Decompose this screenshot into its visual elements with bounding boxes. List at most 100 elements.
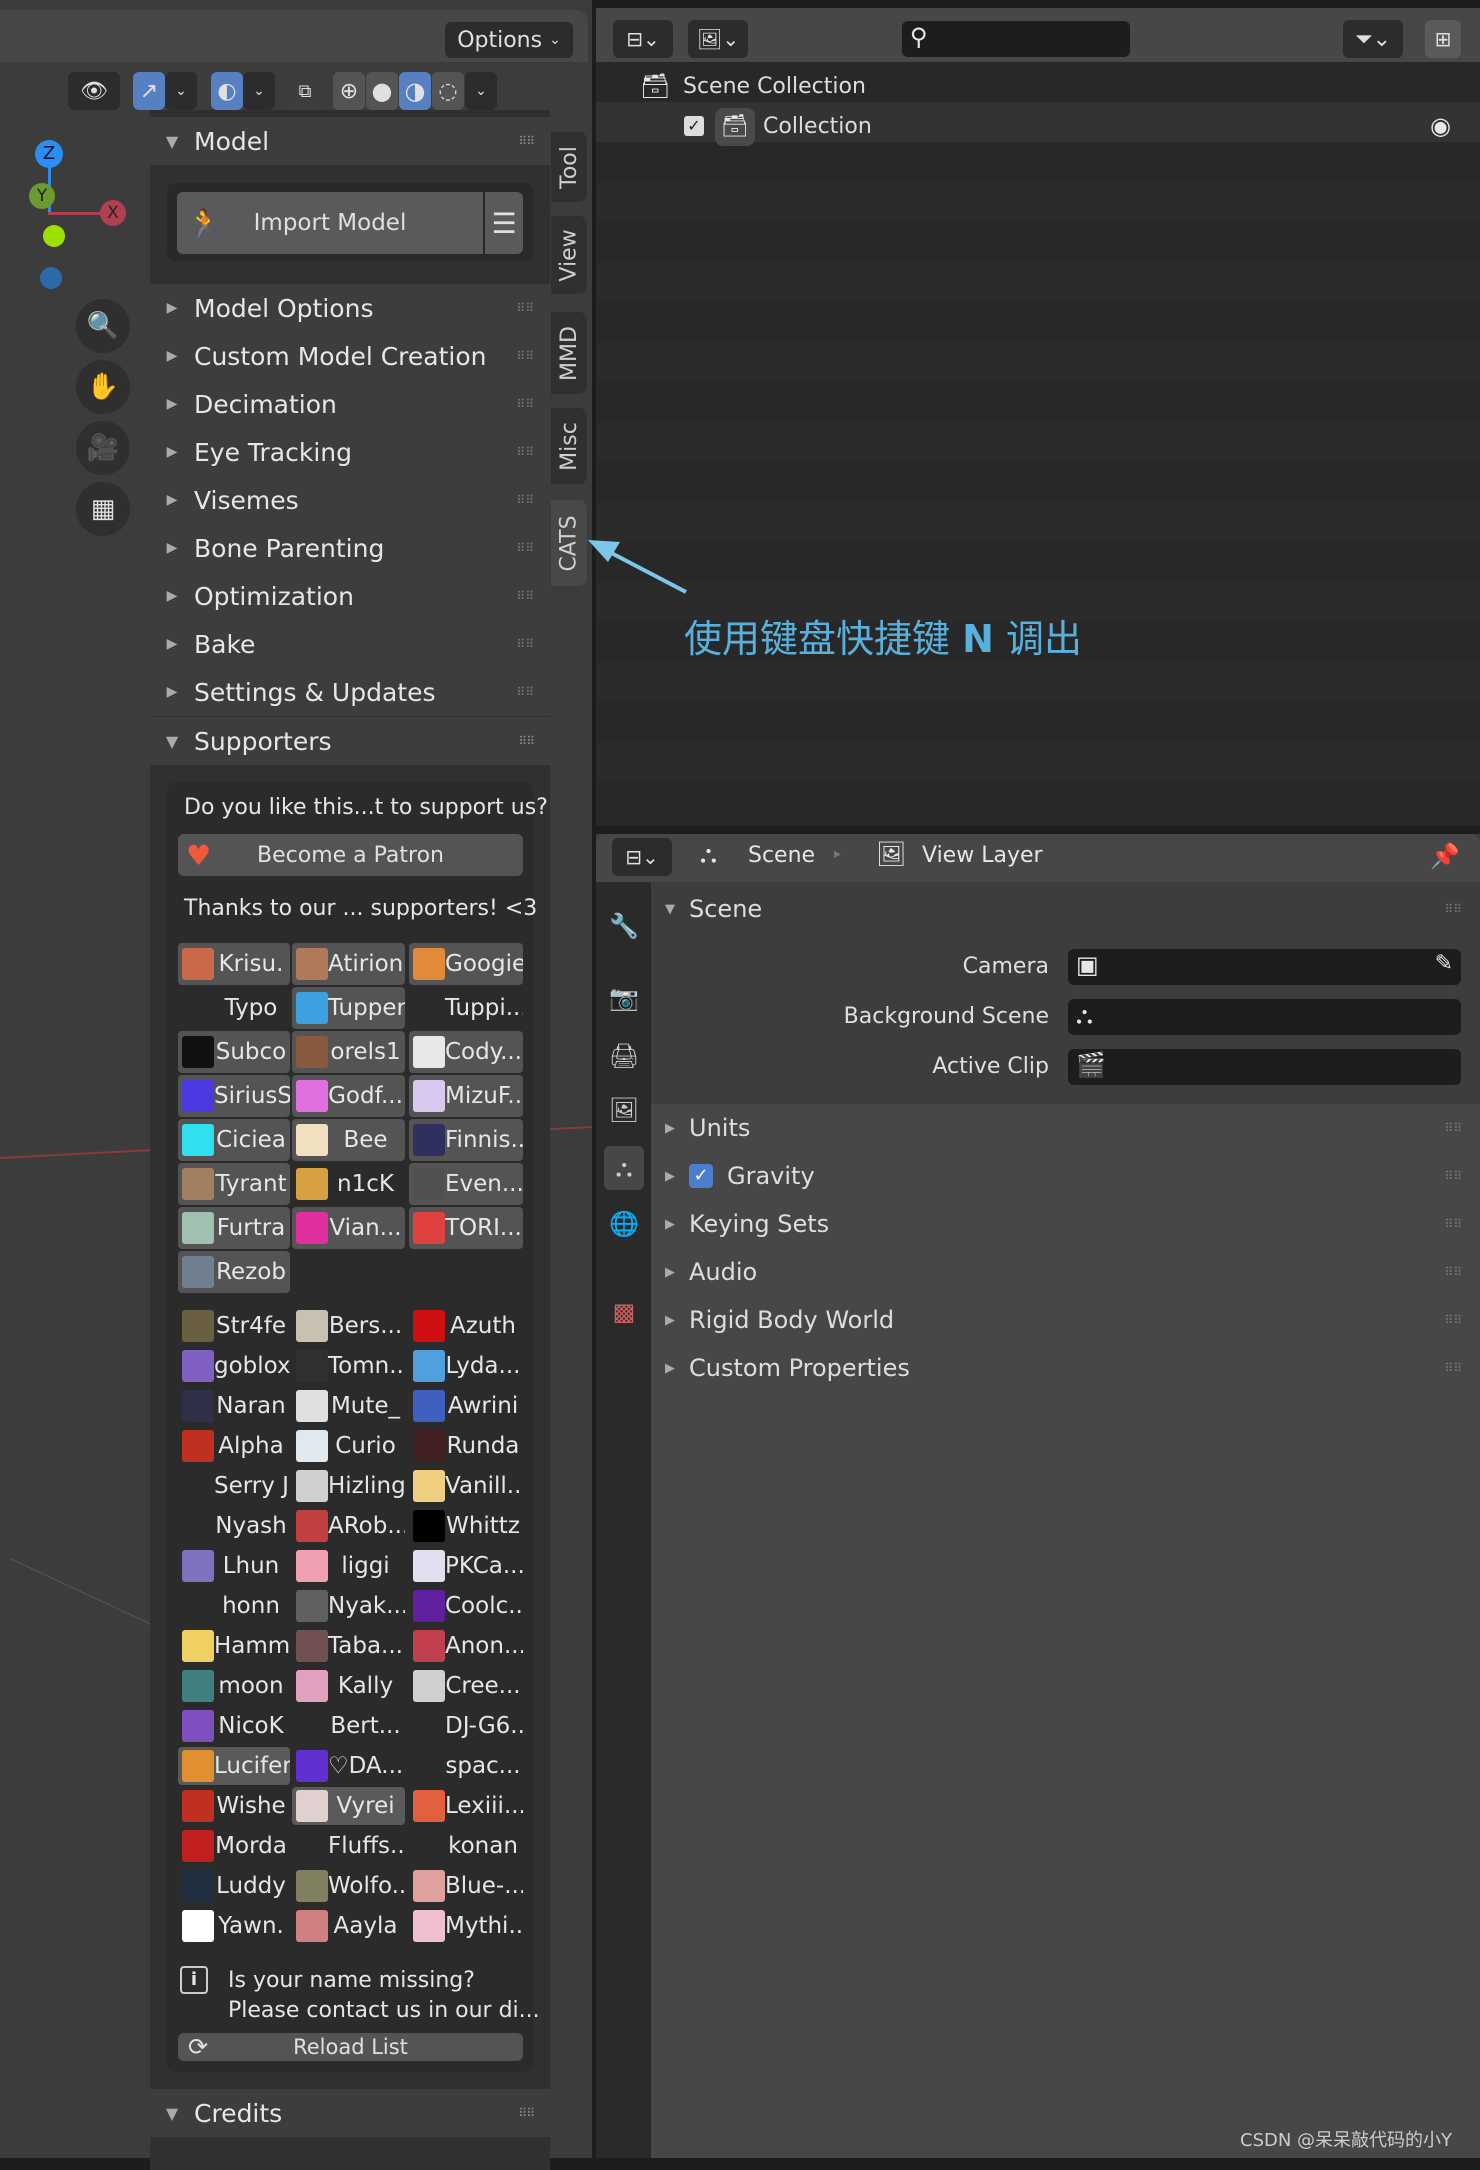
supporter-button[interactable]: Awrini	[409, 1387, 523, 1425]
pan-hand-icon[interactable]: ✋	[76, 360, 130, 414]
supporter-button[interactable]: ARob...	[292, 1507, 405, 1545]
panel-header-visemes[interactable]: ▶ Visemes ⠿⠿	[150, 476, 550, 524]
supporter-button[interactable]: Tomn...	[292, 1347, 405, 1385]
eye-visibility-icon[interactable]: ◉	[1430, 112, 1451, 140]
view-layer-properties-icon[interactable]: 🖼	[604, 1088, 644, 1132]
supporter-button[interactable]: orels1	[292, 1031, 405, 1073]
gizmo-x-axis[interactable]: X	[100, 200, 126, 226]
supporters-panel-header[interactable]: ▼ Supporters ⠿⠿	[150, 717, 550, 765]
panel-units[interactable]: ▶ Units ⠿⠿	[651, 1104, 1480, 1152]
panel-custom-properties[interactable]: ▶ Custom Properties ⠿⠿	[651, 1344, 1480, 1392]
drag-grip-icon[interactable]: ⠿⠿	[516, 685, 534, 699]
supporter-button[interactable]: Godf...	[292, 1075, 405, 1117]
drag-grip-icon[interactable]: ⠿⠿	[516, 637, 534, 651]
collection-exclude-checkbox[interactable]: ✓	[684, 116, 704, 136]
supporter-button[interactable]: Tyrant	[178, 1163, 290, 1205]
supporter-button[interactable]: DJ-G6...	[409, 1707, 523, 1745]
supporter-button[interactable]: Wishe	[178, 1787, 290, 1825]
supporter-button[interactable]: TORI...	[409, 1207, 523, 1249]
overlays-dropdown-chevron-icon[interactable]: ⌄	[243, 72, 275, 110]
material-preview-shading-icon[interactable]: ◑	[399, 72, 431, 110]
supporter-button[interactable]: ♡DA...	[292, 1747, 405, 1785]
supporter-button[interactable]: Tuppi...	[409, 987, 523, 1029]
drag-grip-icon[interactable]: ⠿⠿	[518, 734, 535, 748]
rendered-shading-icon[interactable]: ◌	[432, 72, 464, 110]
supporter-button[interactable]: Nyak...	[292, 1587, 405, 1625]
render-properties-icon[interactable]: 📷	[604, 976, 644, 1020]
xray-toggle-icon[interactable]: ⧉	[289, 72, 321, 110]
supporter-button[interactable]: Cody...	[409, 1031, 523, 1073]
tab-tool[interactable]: Tool	[551, 132, 587, 202]
panel-gravity[interactable]: ▶ ✓ Gravity ⠿⠿	[651, 1152, 1480, 1200]
tab-view[interactable]: View	[551, 216, 587, 294]
supporter-button[interactable]: Lhun	[178, 1547, 290, 1585]
panel-header-custom-model-creation[interactable]: ▶ Custom Model Creation ⠿⠿	[150, 332, 550, 380]
tool-settings-icon[interactable]: 🔧	[604, 904, 644, 948]
drag-grip-icon[interactable]: ⠿⠿	[1444, 1313, 1462, 1327]
supporter-button[interactable]: Taba...	[292, 1627, 405, 1665]
solid-shading-icon[interactable]: ●	[366, 72, 398, 110]
supporter-button[interactable]: Vyrei	[292, 1787, 405, 1825]
drag-grip-icon[interactable]: ⠿⠿	[516, 301, 534, 315]
filter-funnel-icon[interactable]: ⏷⌄	[1343, 20, 1403, 58]
drag-grip-icon[interactable]: ⠿⠿	[1444, 1121, 1462, 1135]
supporter-button[interactable]: Luddy	[178, 1867, 290, 1905]
supporter-button[interactable]: Even...	[409, 1163, 523, 1205]
texture-properties-icon[interactable]: ▩	[604, 1290, 644, 1334]
active-clip-field[interactable]: 🎬	[1068, 1049, 1461, 1085]
supporter-button[interactable]: Lexiii...	[409, 1787, 523, 1825]
gizmo-z-axis[interactable]: Z	[35, 140, 63, 168]
supporter-button[interactable]: Lyda...	[409, 1347, 523, 1385]
supporter-button[interactable]: Str4fe	[178, 1307, 290, 1345]
gizmo-dropdown-chevron-icon[interactable]: ⌄	[165, 72, 197, 110]
gizmo-y-axis[interactable]: Y	[29, 183, 55, 209]
model-panel-header[interactable]: ▼ Model ⠿⠿	[150, 117, 550, 165]
gizmo-neg-z-dot[interactable]	[40, 267, 62, 289]
drag-grip-icon[interactable]: ⠿⠿	[1444, 1265, 1462, 1279]
import-menu-hamburger-icon[interactable]: ☰	[485, 192, 523, 254]
supporter-button[interactable]: Mute_	[292, 1387, 405, 1425]
drag-grip-icon[interactable]: ⠿⠿	[1444, 1361, 1462, 1375]
gravity-checkbox[interactable]: ✓	[689, 1164, 713, 1188]
supporter-button[interactable]: Serry J	[178, 1467, 290, 1505]
supporter-button[interactable]: Wolfo...	[292, 1867, 405, 1905]
supporter-button[interactable]: moon	[178, 1667, 290, 1705]
supporter-button[interactable]: Fluffs...	[292, 1827, 405, 1865]
drag-grip-icon[interactable]: ⠿⠿	[1444, 1169, 1462, 1183]
supporter-button[interactable]: Ciciea	[178, 1119, 290, 1161]
breadcrumb-scene[interactable]: Scene	[748, 843, 815, 868]
supporter-button[interactable]: MizuF...	[409, 1075, 523, 1117]
eyedropper-icon[interactable]: ✎	[1435, 951, 1453, 976]
panel-header-bone-parenting[interactable]: ▶ Bone Parenting ⠿⠿	[150, 524, 550, 572]
supporter-button[interactable]: Yawn.	[178, 1907, 290, 1945]
supporter-button[interactable]: n1cK	[292, 1163, 405, 1205]
view-layer-dropdown-icon[interactable]: 🖼⌄	[688, 20, 748, 58]
drag-grip-icon[interactable]: ⠿⠿	[516, 349, 534, 363]
supporter-button[interactable]: Whittz	[409, 1507, 523, 1545]
new-collection-icon[interactable]: ⊞	[1425, 20, 1461, 58]
visibility-selectability-icon[interactable]: 👁	[68, 72, 120, 110]
supporter-button[interactable]: Googie	[409, 943, 523, 985]
world-properties-icon[interactable]: 🌐	[604, 1202, 644, 1246]
become-patron-button[interactable]: ♥ Become a Patron	[178, 834, 523, 876]
drag-grip-icon[interactable]: ⠿⠿	[1444, 1217, 1462, 1231]
supporter-button[interactable]: spac...	[409, 1747, 523, 1785]
supporter-button[interactable]: Kally	[292, 1667, 405, 1705]
supporter-button[interactable]: Bee	[292, 1119, 405, 1161]
scene-properties-icon[interactable]: ⛬	[604, 1146, 644, 1190]
camera-field[interactable]: ▣ ✎	[1068, 949, 1461, 985]
drag-grip-icon[interactable]: ⠿⠿	[516, 541, 534, 555]
supporter-button[interactable]: Alpha	[178, 1427, 290, 1465]
supporter-button[interactable]: Tupper	[292, 987, 405, 1029]
perspective-grid-icon[interactable]: ▦	[76, 482, 130, 536]
supporter-button[interactable]: Cree...	[409, 1667, 523, 1705]
display-mode-dropdown-icon[interactable]: ⊟⌄	[613, 20, 673, 58]
pin-icon[interactable]: 📌	[1430, 842, 1460, 870]
outliner-search-input[interactable]: ⚲	[902, 21, 1130, 57]
supporter-button[interactable]: Naran	[178, 1387, 290, 1425]
supporter-button[interactable]: Bert...	[292, 1707, 405, 1745]
breadcrumb-view-layer[interactable]: View Layer	[922, 843, 1043, 868]
supporter-button[interactable]: Aayla	[292, 1907, 405, 1945]
overlays-toggle-icon[interactable]: ◐	[211, 72, 243, 110]
credits-panel-header[interactable]: ▼ Credits ⠿⠿	[150, 2089, 550, 2137]
